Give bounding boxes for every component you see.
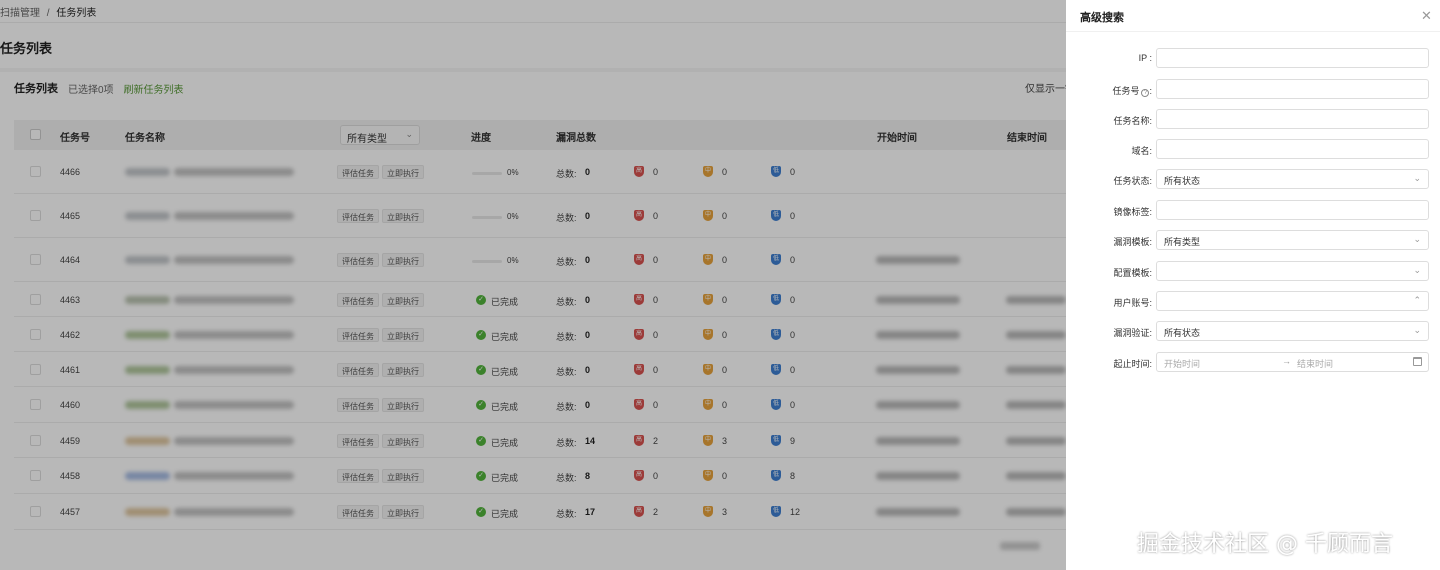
field-input[interactable] [1164,84,1428,94]
field-label-colon: : [1149,86,1152,96]
field-8-control[interactable]: ⌃ [1156,291,1429,311]
field-label: 配置模板: [1066,266,1152,279]
form-row: 任务名称: [1066,109,1440,129]
field-4-control[interactable]: 所有状态 ⌄ [1156,169,1429,189]
field-3-control[interactable] [1156,139,1429,159]
form-row: 任务状态: 所有状态 ⌄ [1066,169,1440,189]
field-label-text: 配置模板: [1113,268,1152,278]
form-row: IP : [1066,48,1440,68]
drawer-title: 高级搜索 [1080,12,1124,24]
field-label-text: 任务号 [1112,86,1140,96]
field-input[interactable] [1164,114,1428,124]
field-10-control[interactable]: 开始时间 → 结束时间 [1156,352,1429,372]
field-label: 用户账号: [1066,296,1152,309]
field-label: 任务状态: [1066,174,1152,187]
field-6-control[interactable]: 所有类型 ⌄ [1156,230,1429,250]
field-label-text: 任务名称: [1113,116,1152,126]
field-0-control[interactable] [1156,48,1429,68]
field-label-text: 域名: [1131,146,1152,156]
field-label-text: 漏洞验证: [1113,328,1152,338]
form-row: 镜像标签: [1066,200,1440,220]
form-row: 域名: [1066,139,1440,159]
watermark-juejin: 掘金技术社区 @ 千顾而言 [1137,532,1393,557]
field-label: 漏洞验证: [1066,326,1152,339]
field-input[interactable] [1164,53,1428,63]
field-label: IP : [1066,53,1152,63]
arrow-right-icon: → [1282,356,1291,366]
chevron-down-icon: ⌄ [1413,325,1421,335]
field-label-text: IP : [1138,53,1152,63]
form-row: 用户账号: ⌃ [1066,291,1440,311]
field-input[interactable] [1164,205,1428,215]
chevron-up-icon: ⌃ [1413,295,1421,305]
chevron-down-icon: ⌄ [1413,265,1421,275]
field-label-text: 任务状态: [1113,176,1152,186]
field-label: 域名: [1066,144,1152,157]
drawer-header: 高级搜索 ✕ [1066,0,1440,32]
select-value: 所有类型 [1164,237,1201,247]
field-label-text: 漏洞模板: [1113,237,1152,247]
form-row: 任务号?: [1066,79,1440,99]
field-1-control[interactable] [1156,79,1429,99]
form-row: 起止时间: 开始时间 → 结束时间 [1066,352,1440,372]
calendar-icon [1413,357,1422,366]
field-9-control[interactable]: 所有状态 ⌄ [1156,321,1429,341]
field-label: 任务号?: [1066,84,1152,97]
end-time-input[interactable]: 结束时间 [1297,357,1333,370]
chevron-down-icon: ⌄ [1413,234,1421,244]
form-row: 漏洞验证: 所有状态 ⌄ [1066,321,1440,341]
select-value: 所有状态 [1164,176,1201,186]
start-time-input[interactable]: 开始时间 [1164,357,1200,370]
form-row: 漏洞模板: 所有类型 ⌄ [1066,230,1440,250]
field-5-control[interactable] [1156,200,1429,220]
field-label: 漏洞模板: [1066,235,1152,248]
field-label-text: 镜像标签: [1113,207,1152,217]
field-2-control[interactable] [1156,109,1429,129]
field-label-text: 用户账号: [1113,298,1152,308]
form-row: 配置模板: ⌄ [1066,261,1440,281]
field-7-control[interactable]: ⌄ [1156,261,1429,281]
field-label: 起止时间: [1066,357,1152,370]
modal-mask[interactable] [0,0,1066,570]
close-icon[interactable]: ✕ [1421,8,1432,24]
field-label: 镜像标签: [1066,205,1152,218]
select-value: 所有状态 [1164,328,1201,338]
field-input[interactable] [1164,144,1428,154]
field-label: 任务名称: [1066,114,1152,127]
advanced-search-drawer: 高级搜索 ✕ IP : 任务号?: 任务名称: 域名: 任务状态: 所有状态 ⌄ 镜像标签: 漏… [1066,0,1440,570]
field-label-text: 起止时间: [1113,359,1152,369]
chevron-down-icon: ⌄ [1413,173,1421,183]
